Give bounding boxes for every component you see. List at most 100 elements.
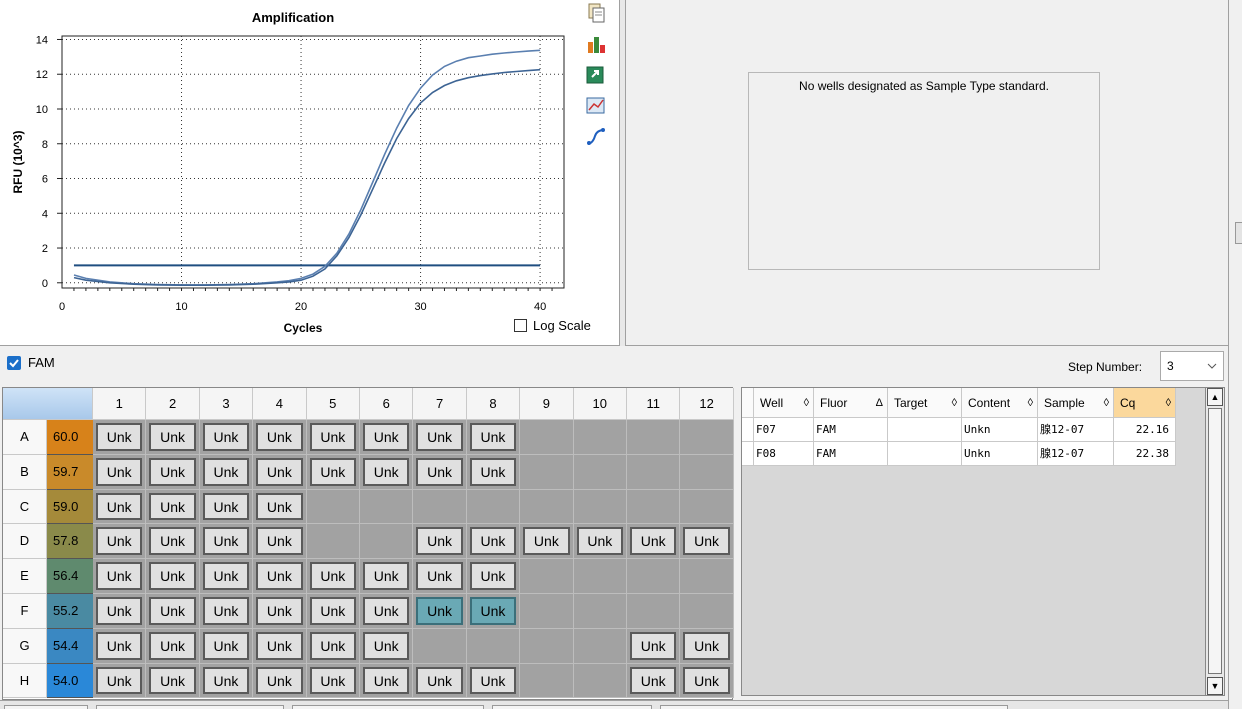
well-G1[interactable]: Unk [93, 628, 147, 664]
well-C5[interactable] [306, 489, 360, 525]
well-C8[interactable] [466, 489, 521, 525]
well-A5[interactable]: Unk [306, 420, 360, 455]
well-B10[interactable] [573, 454, 627, 490]
well-D4[interactable]: Unk [253, 524, 307, 560]
table-cell-fluor[interactable]: FAM [814, 442, 888, 466]
well-F5[interactable]: Unk [306, 594, 360, 629]
well-E2[interactable]: Unk [146, 559, 200, 594]
well-F7[interactable]: Unk [413, 594, 467, 629]
scroll-up-icon[interactable]: ▲ [1207, 388, 1223, 406]
column-header-3[interactable]: 3 [199, 388, 254, 420]
bottom-tab[interactable] [96, 705, 284, 709]
table-cell-sample[interactable]: 腺12-07 [1038, 442, 1114, 466]
row-header-B[interactable]: B [3, 454, 47, 490]
column-header-sample[interactable]: Sample ◊ [1038, 388, 1114, 418]
well-B3[interactable]: Unk [199, 454, 254, 490]
well-H6[interactable]: Unk [360, 663, 414, 699]
bottom-tab[interactable] [492, 705, 652, 709]
log-scale-checkbox[interactable] [514, 319, 527, 332]
column-header-11[interactable]: 11 [627, 388, 681, 420]
well-B9[interactable] [520, 454, 574, 490]
well-F8[interactable]: Unk [466, 594, 521, 629]
well-D6[interactable] [360, 524, 414, 560]
zoom-chart-icon[interactable] [585, 95, 607, 117]
row-header-G[interactable]: G [3, 628, 47, 664]
column-header-well[interactable]: Well ◊ [754, 388, 814, 418]
column-header-1[interactable]: 1 [93, 388, 147, 420]
well-A6[interactable]: Unk [360, 420, 414, 455]
well-B11[interactable] [627, 454, 681, 490]
column-header-2[interactable]: 2 [146, 388, 200, 420]
well-E8[interactable]: Unk [466, 559, 521, 594]
well-B6[interactable]: Unk [360, 454, 414, 490]
well-G10[interactable] [573, 628, 627, 664]
well-F6[interactable]: Unk [360, 594, 414, 629]
well-H9[interactable] [520, 663, 574, 699]
row-selector[interactable] [742, 418, 754, 442]
copy-icon[interactable] [585, 2, 607, 24]
column-header-6[interactable]: 6 [360, 388, 414, 420]
well-E4[interactable]: Unk [253, 559, 307, 594]
well-G11[interactable]: Unk [627, 628, 681, 664]
table-cell-cq[interactable]: 22.38 [1114, 442, 1176, 466]
table-cell-content[interactable]: Unkn [962, 418, 1038, 442]
well-D2[interactable]: Unk [146, 524, 200, 560]
well-A11[interactable] [627, 420, 681, 455]
scroll-down-icon[interactable]: ▼ [1207, 677, 1223, 695]
table-cell-fluor[interactable]: FAM [814, 418, 888, 442]
well-D3[interactable]: Unk [199, 524, 254, 560]
table-cell-target[interactable] [888, 418, 962, 442]
plate-corner[interactable] [3, 388, 93, 420]
well-F1[interactable]: Unk [93, 594, 147, 629]
well-B8[interactable]: Unk [466, 454, 521, 490]
well-C12[interactable] [680, 489, 734, 525]
well-C6[interactable] [360, 489, 414, 525]
well-G6[interactable]: Unk [360, 628, 414, 664]
well-F9[interactable] [520, 594, 574, 629]
well-F2[interactable]: Unk [146, 594, 200, 629]
well-G7[interactable] [413, 628, 467, 664]
column-header-cq[interactable]: Cq ◊ [1114, 388, 1176, 418]
well-C11[interactable] [627, 489, 681, 525]
well-C2[interactable]: Unk [146, 489, 200, 525]
table-cell-cq[interactable]: 22.16 [1114, 418, 1176, 442]
column-header-fluor[interactable]: Fluor Δ [814, 388, 888, 418]
well-A8[interactable]: Unk [466, 420, 521, 455]
export-icon[interactable] [585, 64, 607, 86]
well-F12[interactable] [680, 594, 734, 629]
well-B5[interactable]: Unk [306, 454, 360, 490]
collapse-handle[interactable] [1235, 222, 1242, 244]
results-scrollbar[interactable]: ▲ ▼ [1205, 388, 1224, 695]
well-E3[interactable]: Unk [199, 559, 254, 594]
well-F4[interactable]: Unk [253, 594, 307, 629]
well-G9[interactable] [520, 628, 574, 664]
well-C1[interactable]: Unk [93, 489, 147, 525]
well-H7[interactable]: Unk [413, 663, 467, 699]
column-header-7[interactable]: 7 [413, 388, 467, 420]
well-E11[interactable] [627, 559, 681, 594]
well-D8[interactable]: Unk [466, 524, 521, 560]
well-E10[interactable] [573, 559, 627, 594]
column-header-target[interactable]: Target ◊ [888, 388, 962, 418]
row-header-F[interactable]: F [3, 594, 47, 629]
well-G12[interactable]: Unk [680, 628, 734, 664]
well-A2[interactable]: Unk [146, 420, 200, 455]
sort-icon[interactable]: ◊ [952, 388, 957, 418]
column-header-content[interactable]: Content ◊ [962, 388, 1038, 418]
well-H12[interactable]: Unk [680, 663, 734, 699]
well-C10[interactable] [573, 489, 627, 525]
well-D7[interactable]: Unk [413, 524, 467, 560]
well-B2[interactable]: Unk [146, 454, 200, 490]
sort-icon[interactable]: ◊ [1166, 388, 1171, 418]
row-header-E[interactable]: E [3, 559, 47, 594]
well-G5[interactable]: Unk [306, 628, 360, 664]
row-selector[interactable] [742, 442, 754, 466]
table-cell-well[interactable]: F07 [754, 418, 814, 442]
well-E9[interactable] [520, 559, 574, 594]
well-H5[interactable]: Unk [306, 663, 360, 699]
bottom-tab[interactable] [660, 705, 1008, 709]
well-A10[interactable] [573, 420, 627, 455]
well-D12[interactable]: Unk [680, 524, 734, 560]
log-scale-toggle[interactable]: Log Scale [514, 318, 591, 333]
row-header-C[interactable]: C [3, 489, 47, 525]
